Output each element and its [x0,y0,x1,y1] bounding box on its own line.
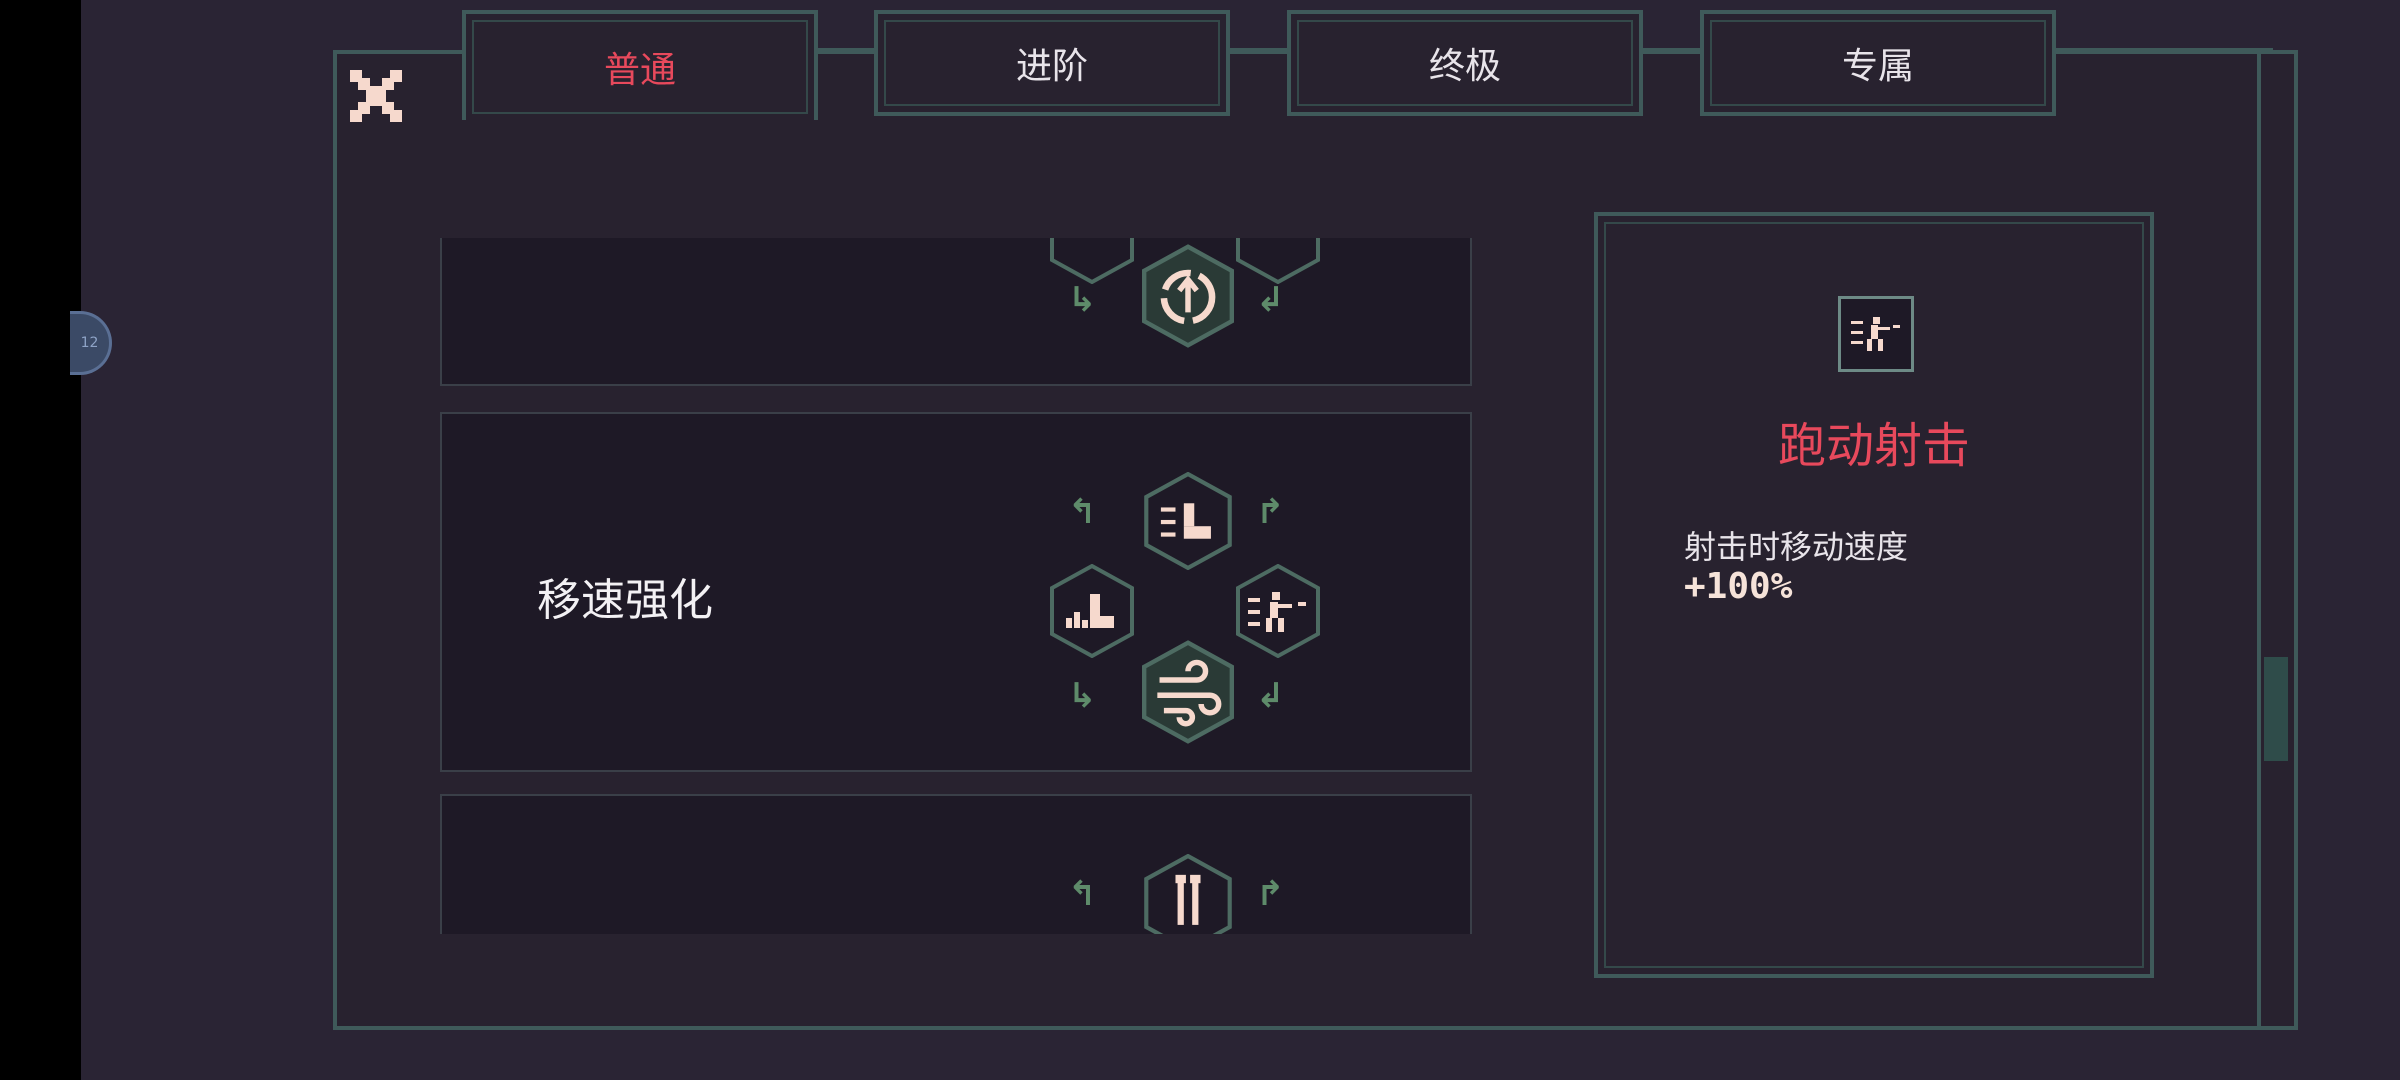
scroll-rail[interactable] [2257,52,2297,1028]
device-edge [0,0,81,1080]
tab-label: 专属 [1841,46,1914,87]
tab-connector [815,48,875,52]
tab-connector [1640,48,1700,52]
tab-label: 进阶 [1015,46,1088,87]
arrow-in-left-icon: ↳ [1068,676,1097,716]
skill-row[interactable]: 移速强化 ↰ ↱ ↳ ↲ [440,412,1472,772]
run-shoot-icon[interactable] [1236,563,1320,659]
close-icon[interactable] [350,70,402,122]
skill-title: 跑动射击 [1777,418,1970,474]
arrow-out-right-icon: ↱ [1256,492,1285,532]
arrow-in-right-icon: ↲ [1256,280,1285,320]
tab-label: 终极 [1428,46,1501,87]
boot-dash-icon[interactable] [1143,471,1233,571]
tab-advanced[interactable]: 进阶 [874,10,1230,116]
hex-skill-icon[interactable] [1236,238,1320,285]
arrow-out-right-icon: ↱ [1256,874,1285,914]
scrollbar-thumb[interactable] [2264,657,2288,761]
arrow-out-left-icon: ↰ [1068,492,1097,532]
arrow-in-right-icon: ↲ [1256,676,1285,716]
twin-arrows-icon[interactable] [1143,853,1233,934]
floating-assistant-bubble[interactable]: 12 [70,311,112,375]
hex-skill-icon[interactable] [1050,238,1134,285]
tab-connector [2053,48,2273,52]
tab-ultimate[interactable]: 终极 [1287,10,1643,116]
boot-fire-icon[interactable] [1050,563,1134,659]
skill-row[interactable]: ↰ ↱ [440,794,1472,934]
wind-icon[interactable] [1142,640,1234,744]
skill-detail-card: 跑动射击 射击时移动速度 +100% [1594,212,2154,978]
arrow-in-left-icon: ↳ [1068,280,1097,320]
tab-connector [1227,48,1287,52]
run-shoot-icon [1838,296,1914,372]
skill-list[interactable]: ↳ ↲ 移速强化 ↰ ↱ ↳ ↲ ↰ ↱ [440,238,1472,934]
tab-normal[interactable]: 普通 [462,10,818,120]
swirl-up-icon[interactable] [1142,244,1234,348]
skill-row-label: 移速强化 [537,575,713,626]
tab-exclusive[interactable]: 专属 [1700,10,2056,116]
tab-label: 普通 [603,50,676,91]
skill-description: 射击时移动速度 [1684,528,1909,566]
arrow-out-left-icon: ↰ [1068,874,1097,914]
skill-row[interactable]: ↳ ↲ [440,238,1472,386]
skill-value: +100% [1684,566,1793,607]
